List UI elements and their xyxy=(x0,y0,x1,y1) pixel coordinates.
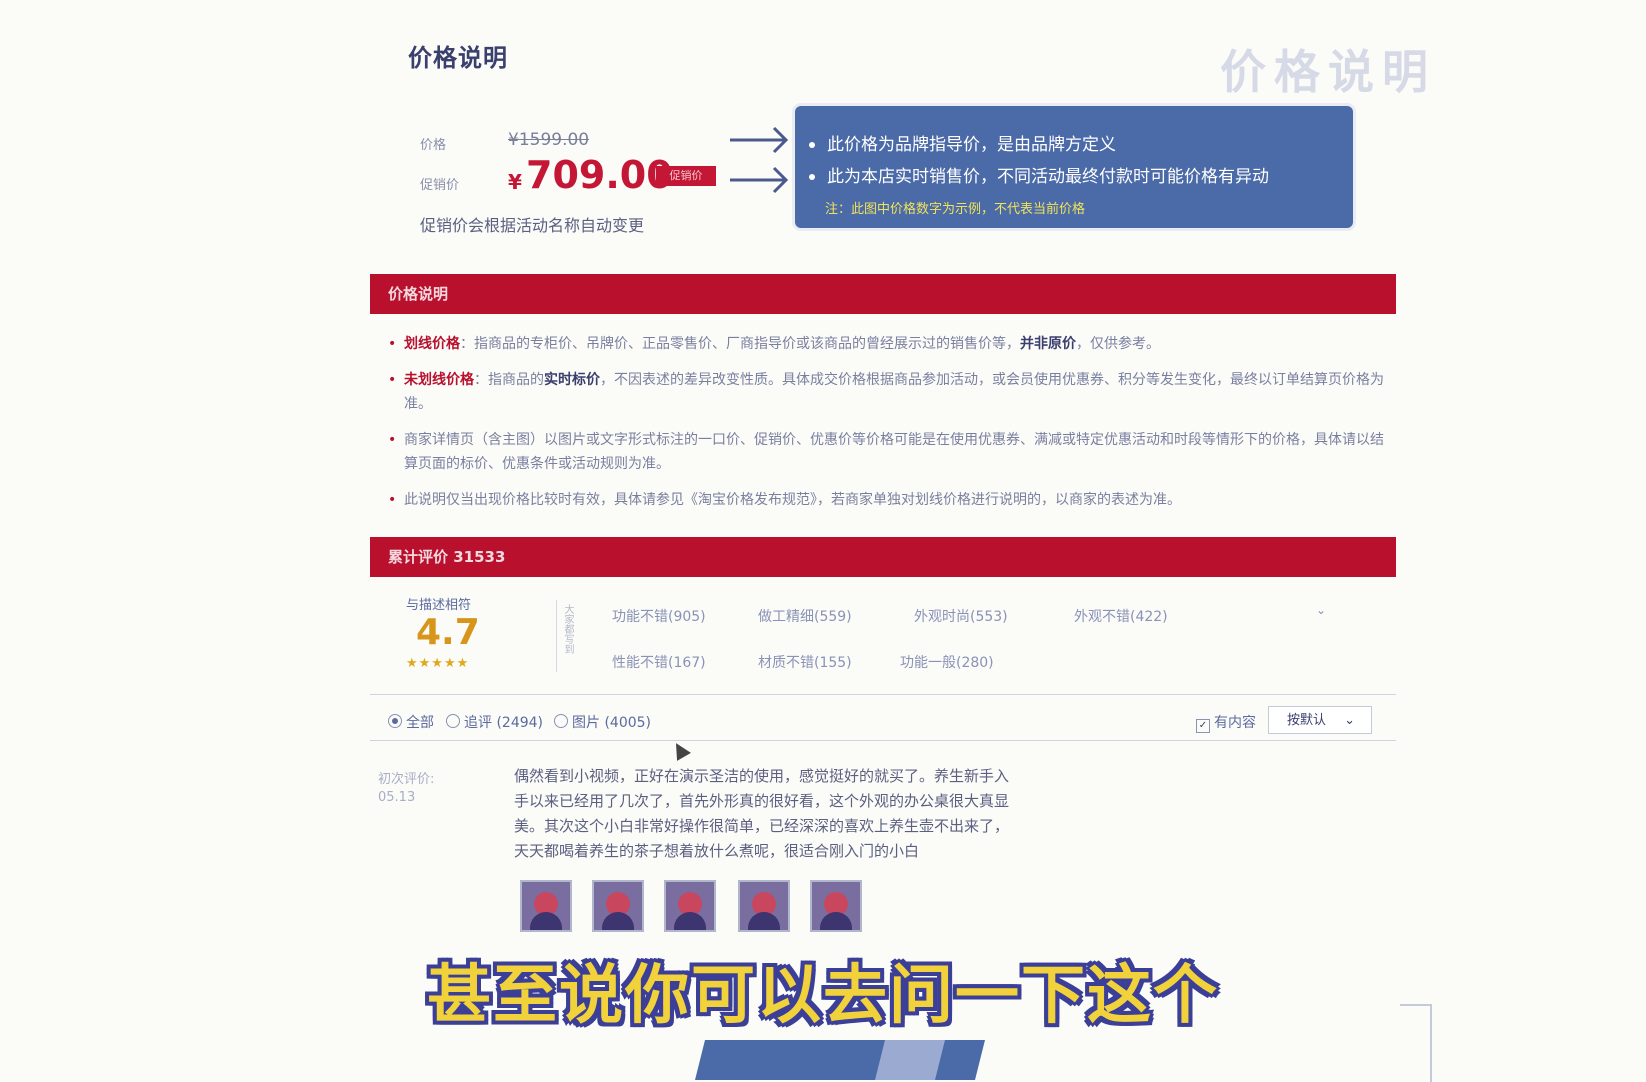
divider xyxy=(370,694,1396,695)
star-rating-icon: ★★★★★ xyxy=(406,656,470,671)
callout-line-1-text: 此价格为品牌指导价，是由品牌方定义 xyxy=(827,135,1116,155)
price-section-header: 价格说明 xyxy=(370,274,1396,314)
review-text: 偶然看到小视频，正好在演示圣洁的使用，感觉挺好的就买了。养生新手入手以来已经用了… xyxy=(514,767,1010,860)
current-price: 709.00 xyxy=(526,153,673,197)
review-image-thumbnail[interactable] xyxy=(738,880,790,932)
struck-price-tail: ，仅供参考。 xyxy=(1076,336,1160,352)
decorative-corner xyxy=(1400,1004,1432,1082)
sort-dropdown[interactable]: 按默认 ⌄ xyxy=(1268,706,1372,734)
promo-note: 促销价会根据活动名称自动变更 xyxy=(420,216,645,235)
filter-append-label: 追评 (2494) xyxy=(464,715,544,731)
mouse-cursor-icon xyxy=(669,739,691,761)
realtime-price-emph: 实时标价 xyxy=(544,372,600,388)
arrow-to-line1 xyxy=(730,126,789,154)
list-item: 此说明仅当出现价格比较时有效，具体请参见《淘宝价格发布规范》，若商家单独对划线价… xyxy=(384,488,1384,512)
review-date: 05.13 xyxy=(378,790,416,805)
review-tag[interactable]: 性能不错(167) xyxy=(612,652,706,672)
reviews-section-header: 累计评价 31533 xyxy=(370,537,1396,577)
decorative-banner-accent xyxy=(875,1040,945,1080)
pointer-arrows xyxy=(730,126,789,194)
rating-score: 4.7 xyxy=(416,612,480,653)
review-image-thumbnail[interactable] xyxy=(592,880,644,932)
filter-images[interactable]: 图片 (4005) xyxy=(554,712,651,732)
bullet-dot-icon xyxy=(809,142,815,148)
filter-all-label: 全部 xyxy=(406,715,434,731)
callout-line-1: 此价格为品牌指导价，是由品牌方定义 xyxy=(809,130,1116,155)
list-item: 商家详情页（含主图）以图片或文字形式标注的一口价、促销价、优惠价等价格可能是在使… xyxy=(384,428,1384,476)
page-title: 价格说明 xyxy=(408,44,508,72)
review-tag[interactable]: 功能一般(280) xyxy=(900,652,994,672)
radio-icon[interactable] xyxy=(554,714,568,728)
filter-images-label: 图片 (4005) xyxy=(572,715,652,731)
review-image-thumbnail[interactable] xyxy=(664,880,716,932)
review-image-thumbnail[interactable] xyxy=(520,880,572,932)
struck-price-text: ：指商品的专柜价、吊牌价、正品零售价、厂商指导价或该商品的曾经展示过的销售价等， xyxy=(460,336,1020,352)
sort-dropdown-value: 按默认 xyxy=(1287,713,1327,728)
review-tag[interactable]: 材质不错(155) xyxy=(758,652,852,672)
arrow-to-line2 xyxy=(730,166,789,194)
orig-price-label: 价格 xyxy=(420,138,447,153)
filter-all[interactable]: 全部 xyxy=(388,712,434,732)
review-tag[interactable]: 功能不错(905) xyxy=(612,606,706,626)
list-item: 划线价格：指商品的专柜价、吊牌价、正品零售价、厂商指导价或该商品的曾经展示过的销… xyxy=(384,332,1384,356)
not-original-price: 并非原价 xyxy=(1020,336,1076,352)
score-label: 与描述相符 xyxy=(406,598,472,613)
chevron-down-icon[interactable]: ⌄ xyxy=(1316,603,1326,617)
review-tag[interactable]: 外观时尚(553) xyxy=(914,606,1008,626)
currency-symbol: ¥ xyxy=(508,170,522,194)
callout-line-2: 此为本店实时销售价，不同活动最终付款时可能价格有异动 xyxy=(809,162,1269,187)
has-content-label: 有内容 xyxy=(1214,715,1256,731)
faint-watermark-text: 价格说明 xyxy=(1220,45,1436,99)
review-tag[interactable]: 做工精细(559) xyxy=(758,606,852,626)
chevron-down-icon: ⌄ xyxy=(1344,713,1355,728)
current-price-label: 促销价 xyxy=(420,178,460,193)
unstruck-price-label: 未划线价格 xyxy=(404,372,474,388)
struck-price-label: 划线价格 xyxy=(404,336,460,352)
radio-selected-icon[interactable] xyxy=(388,714,402,728)
review-meta-label: 初次评价: xyxy=(378,772,435,787)
callout-line-2-text: 此为本店实时销售价，不同活动最终付款时可能价格有异动 xyxy=(827,167,1269,187)
radio-icon[interactable] xyxy=(446,714,460,728)
filter-append[interactable]: 追评 (2494) xyxy=(446,712,543,732)
original-price: ¥1599.00 xyxy=(508,130,590,150)
callout-note: 注：此图中价格数字为示例，不代表当前价格 xyxy=(825,202,1086,217)
divider xyxy=(370,740,1396,741)
review-image-thumbnail[interactable] xyxy=(810,880,862,932)
has-content-checkbox[interactable]: ✓ 有内容 xyxy=(1196,712,1256,733)
promo-price-tag: 促销价 xyxy=(656,166,716,186)
divider xyxy=(556,600,557,672)
bullet-dot-icon xyxy=(809,174,815,180)
list-item: 未划线价格：指商品的实时标价，不因表述的差异改变性质。具体成交价格根据商品参加活… xyxy=(384,368,1384,416)
unstruck-price-text-a: ：指商品的 xyxy=(474,372,544,388)
price-callout-box: 此价格为品牌指导价，是由品牌方定义 此为本店实时销售价，不同活动最终付款时可能价… xyxy=(795,106,1353,228)
review-tag[interactable]: 外观不错(422) xyxy=(1074,606,1168,626)
price-explanation-list: 划线价格：指商品的专柜价、吊牌价、正品零售价、厂商指导价或该商品的曾经展示过的销… xyxy=(384,332,1384,524)
tags-side-label: 大家都写到 xyxy=(562,604,573,654)
checkbox-checked-icon[interactable]: ✓ xyxy=(1196,719,1210,733)
